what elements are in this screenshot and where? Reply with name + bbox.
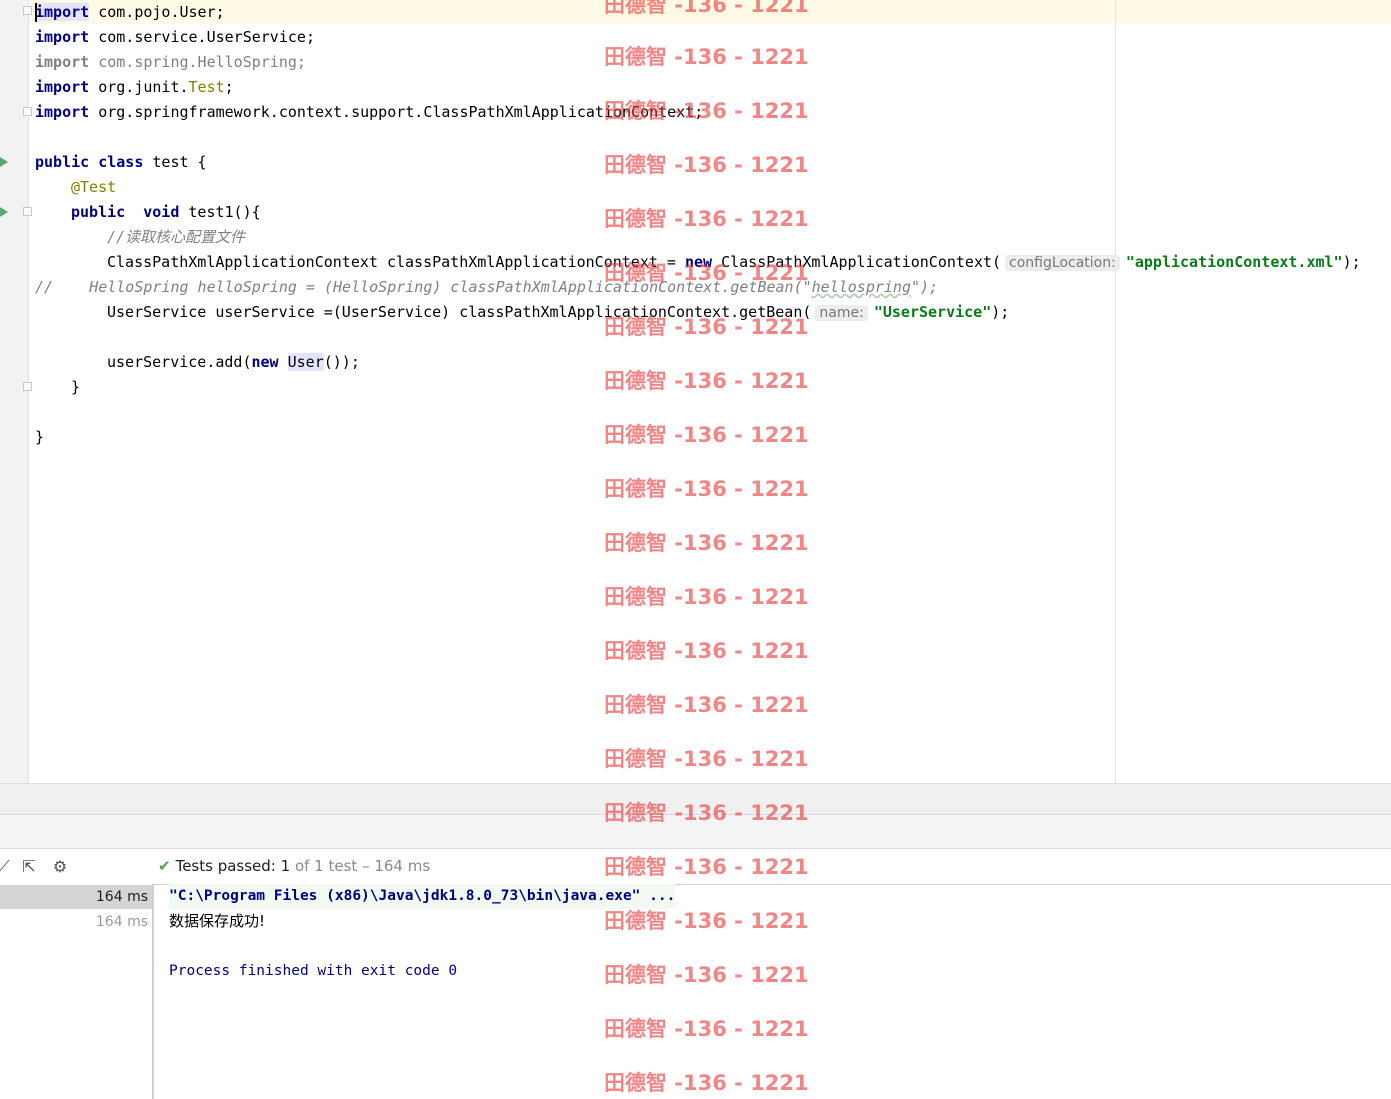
editor-bottom-strip: [0, 783, 1391, 815]
code-line-class-declaration: public class test {: [35, 153, 207, 171]
code-line-annotation: @Test: [71, 178, 117, 196]
fold-icon[interactable]: [23, 6, 32, 15]
gear-icon[interactable]: ⚙: [50, 857, 70, 877]
fold-icon[interactable]: [23, 382, 32, 391]
export-icon[interactable]: ⇱: [19, 857, 39, 877]
collapse-icon[interactable]: ⟋: [0, 857, 14, 877]
right-margin-guide: [1115, 0, 1116, 783]
code-line-import: import com.pojo.User;: [35, 3, 225, 21]
run-class-icon[interactable]: [0, 157, 8, 167]
watermark-text: 田德智 -136 - 1221: [604, 963, 809, 987]
text-caret: [35, 3, 37, 22]
code-line-import: import org.springframework.context.suppo…: [35, 103, 704, 121]
code-line-import: import com.service.UserService;: [35, 28, 315, 46]
code-editor[interactable]: import com.pojo.User; import com.service…: [0, 0, 1391, 783]
code-line-close-method: }: [71, 378, 81, 396]
console-output-line: 数据保存成功!: [169, 912, 266, 930]
test-runner-toolbar: ⟋ ⇱ ⚙ ✔ Tests passed: 1 of 1 test – 164 m…: [0, 848, 1391, 885]
code-line-import-unused: import com.spring.HelloSpring;: [35, 53, 306, 71]
test-duration-row[interactable]: 164 ms: [0, 885, 152, 909]
watermark-text: 田德智 -136 - 1221: [604, 1017, 809, 1041]
test-duration-row[interactable]: 164 ms: [0, 910, 152, 934]
console-exit-line: Process finished with exit code 0: [169, 963, 458, 979]
watermark-text: 田德智 -136 - 1221: [604, 909, 809, 933]
code-line-import: import org.junit.Test;: [35, 78, 234, 96]
code-line-context: ClassPathXmlApplicationContext classPath…: [107, 253, 1361, 271]
watermark-text: 田德智 -136 - 1221: [604, 1071, 809, 1095]
code-line-method-declaration: public void test1(){: [71, 203, 261, 221]
code-line-commented-out: // HelloSpring helloSpring = (HelloSprin…: [35, 278, 939, 296]
code-line-comment: //读取核心配置文件: [107, 228, 246, 246]
run-test-icon[interactable]: [0, 207, 8, 217]
editor-gutter: [0, 0, 29, 783]
code-line-close-class: }: [35, 428, 45, 446]
parameter-hint: configLocation:: [1005, 255, 1120, 271]
fold-icon[interactable]: [23, 207, 32, 216]
code-line-add-user: userService.add(new User());: [107, 353, 360, 371]
current-line-highlight: [29, 0, 1391, 24]
code-line-getbean: UserService userService =(UserService) c…: [107, 303, 1010, 321]
console-command-line: "C:\Program Files (x86)\Java\jdk1.8.0_73…: [169, 884, 676, 909]
test-status: ✔ Tests passed: 1 of 1 test – 164 ms: [158, 857, 431, 875]
run-tool-window-header: [0, 814, 1391, 849]
check-icon: ✔: [158, 857, 171, 875]
test-tree-pane[interactable]: 164 ms 164 ms: [0, 884, 154, 1099]
fold-icon[interactable]: [23, 107, 32, 116]
parameter-hint: name:: [815, 305, 868, 321]
